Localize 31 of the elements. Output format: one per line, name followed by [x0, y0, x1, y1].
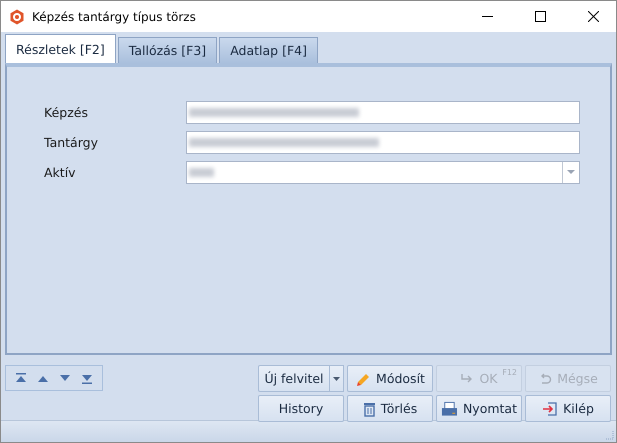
action-button[interactable]: Módosít	[347, 365, 433, 392]
close-icon	[588, 11, 598, 22]
dropdown-button[interactable]	[329, 365, 344, 392]
action-button[interactable]: Törlés	[347, 395, 433, 422]
exit-icon	[542, 400, 558, 416]
action-button[interactable]: History	[258, 395, 344, 422]
window-title: Képzés tantárgy típus törzs	[32, 10, 197, 24]
caret-icon	[333, 376, 340, 380]
tab[interactable]: Részletek [F2]	[5, 34, 116, 63]
action-button[interactable]: Kilép	[525, 395, 611, 422]
resize-grip-icon	[604, 430, 614, 440]
minimize-icon	[482, 16, 492, 17]
input-field[interactable]	[186, 130, 580, 154]
shortcut-label: F12	[502, 368, 517, 377]
field-label: Tantárgy	[44, 134, 99, 150]
dropdown-field[interactable]	[186, 160, 580, 184]
tab[interactable]: Adatlap [F4]	[219, 37, 318, 63]
new-record-button[interactable]: Új felvitel	[258, 365, 329, 392]
field-label: Aktív	[44, 164, 77, 180]
tab[interactable]: Tallózás [F3]	[118, 37, 218, 63]
printer-icon	[441, 400, 458, 416]
maximize-icon	[534, 11, 546, 22]
app-logo-icon	[9, 8, 25, 24]
caret-icon	[567, 170, 575, 174]
redacted-value	[189, 168, 214, 176]
input-field[interactable]	[186, 100, 580, 124]
trash-icon	[362, 400, 376, 416]
arrow-icon	[460, 372, 474, 384]
first-record-icon[interactable]	[14, 371, 28, 385]
field-label: Képzés	[44, 104, 89, 120]
action-button[interactable]: Nyomtat	[436, 395, 522, 422]
